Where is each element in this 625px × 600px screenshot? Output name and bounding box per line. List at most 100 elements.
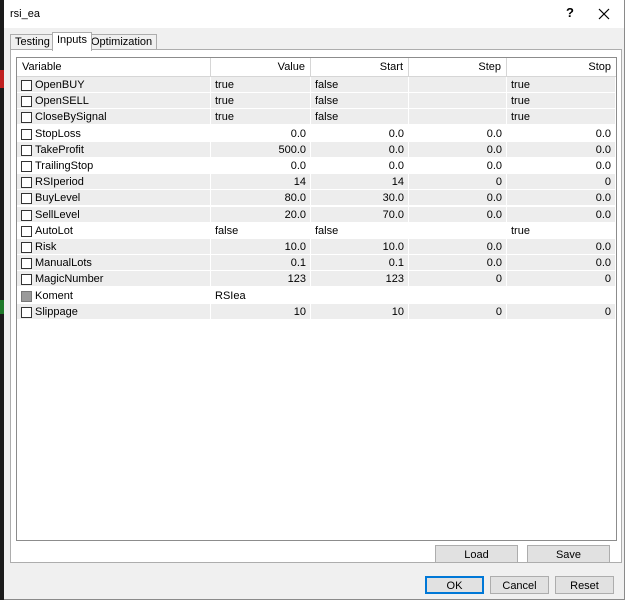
cell-step[interactable]: 0.0: [409, 190, 507, 207]
optimize-checkbox[interactable]: [21, 128, 32, 140]
table-row[interactable]: OpenBUY true false true: [17, 77, 616, 93]
table-row[interactable]: MagicNumber 123 123 0 0: [17, 271, 616, 288]
cell-stop[interactable]: 0.0: [507, 125, 616, 142]
cell-stop[interactable]: true: [507, 77, 616, 93]
optimize-checkbox[interactable]: [21, 274, 32, 286]
cell-start[interactable]: 10: [311, 303, 409, 320]
cell-step[interactable]: 0.0: [409, 125, 507, 142]
ok-button[interactable]: OK: [425, 576, 484, 594]
cell-value[interactable]: true: [211, 77, 311, 93]
cell-step[interactable]: [409, 109, 507, 126]
cell-start[interactable]: 70.0: [311, 206, 409, 223]
tab-optimization[interactable]: Optimization: [86, 34, 158, 50]
optimize-checkbox[interactable]: [21, 144, 32, 156]
table-row[interactable]: RSIperiod 14 14 0 0: [17, 174, 616, 191]
cell-step[interactable]: 0: [409, 174, 507, 191]
tab-testing[interactable]: Testing: [10, 34, 55, 50]
cell-start[interactable]: false: [311, 222, 409, 239]
tab-inputs[interactable]: Inputs: [52, 32, 92, 51]
cell-step[interactable]: 0.0: [409, 255, 507, 272]
table-row[interactable]: BuyLevel 80.0 30.0 0.0 0.0: [17, 190, 616, 207]
cell-stop[interactable]: true: [507, 222, 616, 239]
optimize-checkbox[interactable]: [21, 193, 32, 205]
cell-value[interactable]: true: [211, 109, 311, 126]
cell-value[interactable]: 0.0: [211, 125, 311, 142]
header-stop[interactable]: Stop: [507, 58, 616, 76]
save-button[interactable]: Save: [527, 545, 610, 563]
cell-step[interactable]: 0.0: [409, 206, 507, 223]
cell-step[interactable]: 0.0: [409, 158, 507, 174]
cancel-button[interactable]: Cancel: [490, 576, 549, 594]
table-row[interactable]: Risk 10.0 10.0 0.0 0.0: [17, 239, 616, 255]
table-row[interactable]: StopLoss 0.0 0.0 0.0 0.0: [17, 125, 616, 142]
table-row[interactable]: AutoLot false false true: [17, 222, 616, 239]
optimize-checkbox[interactable]: [21, 242, 32, 253]
optimize-checkbox[interactable]: [21, 290, 32, 302]
cell-stop[interactable]: 0.0: [507, 206, 616, 223]
reset-button[interactable]: Reset: [555, 576, 614, 594]
optimize-checkbox[interactable]: [21, 112, 32, 124]
cell-value[interactable]: 500.0: [211, 141, 311, 158]
optimize-checkbox[interactable]: [21, 177, 32, 189]
table-row[interactable]: Slippage 10 10 0 0: [17, 303, 616, 320]
cell-start[interactable]: 30.0: [311, 190, 409, 207]
cell-value[interactable]: 10: [211, 303, 311, 320]
cell-step[interactable]: 0: [409, 271, 507, 288]
cell-stop[interactable]: true: [507, 93, 616, 110]
cell-stop[interactable]: 0: [507, 174, 616, 191]
cell-start[interactable]: false: [311, 77, 409, 93]
cell-stop[interactable]: true: [507, 109, 616, 126]
cell-start[interactable]: 0.0: [311, 158, 409, 174]
optimize-checkbox[interactable]: [21, 96, 32, 108]
cell-value[interactable]: 10.0: [211, 239, 311, 255]
header-step[interactable]: Step: [409, 58, 507, 76]
table-row[interactable]: TrailingStop 0.0 0.0 0.0 0.0: [17, 158, 616, 174]
table-row[interactable]: SellLevel 20.0 70.0 0.0 0.0: [17, 206, 616, 223]
cell-step[interactable]: [409, 222, 507, 239]
cell-start[interactable]: false: [311, 109, 409, 126]
cell-step[interactable]: 0.0: [409, 239, 507, 255]
cell-stop[interactable]: 0.0: [507, 158, 616, 174]
table-row[interactable]: OpenSELL true false true: [17, 93, 616, 110]
header-value[interactable]: Value: [211, 58, 311, 76]
cell-step[interactable]: 0.0: [409, 141, 507, 158]
cell-stop[interactable]: 0.0: [507, 141, 616, 158]
cell-start[interactable]: false: [311, 93, 409, 110]
cell-start[interactable]: 123: [311, 271, 409, 288]
cell-start[interactable]: 14: [311, 174, 409, 191]
cell-value[interactable]: false: [211, 222, 311, 239]
cell-stop[interactable]: 0: [507, 271, 616, 288]
cell-start[interactable]: 0.1: [311, 255, 409, 272]
cell-step[interactable]: [409, 93, 507, 110]
cell-value[interactable]: 0.1: [211, 255, 311, 272]
load-button[interactable]: Load: [435, 545, 518, 563]
optimize-checkbox[interactable]: [21, 258, 32, 270]
cell-value[interactable]: 80.0: [211, 190, 311, 207]
optimize-checkbox[interactable]: [21, 161, 32, 172]
cell-start[interactable]: 10.0: [311, 239, 409, 255]
cell-value[interactable]: RSIea: [211, 287, 311, 304]
header-start[interactable]: Start: [311, 58, 409, 76]
cell-stop[interactable]: 0.0: [507, 190, 616, 207]
table-row[interactable]: TakeProfit 500.0 0.0 0.0 0.0: [17, 141, 616, 158]
cell-stop[interactable]: 0: [507, 303, 616, 320]
table-row[interactable]: Koment RSIea: [17, 287, 616, 304]
cell-value[interactable]: 14: [211, 174, 311, 191]
optimize-checkbox[interactable]: [21, 80, 32, 91]
cell-value[interactable]: 20.0: [211, 206, 311, 223]
cell-start[interactable]: 0.0: [311, 141, 409, 158]
cell-stop[interactable]: 0.0: [507, 239, 616, 255]
cell-stop[interactable]: 0.0: [507, 255, 616, 272]
help-button[interactable]: ?: [561, 4, 579, 22]
close-button[interactable]: [594, 4, 614, 24]
cell-value[interactable]: true: [211, 93, 311, 110]
header-variable[interactable]: Variable: [17, 58, 211, 76]
cell-step[interactable]: 0: [409, 303, 507, 320]
cell-start[interactable]: [311, 287, 409, 304]
optimize-checkbox[interactable]: [21, 225, 32, 237]
cell-value[interactable]: 123: [211, 271, 311, 288]
cell-stop[interactable]: [507, 287, 616, 304]
optimize-checkbox[interactable]: [21, 306, 32, 318]
cell-step[interactable]: [409, 77, 507, 93]
cell-value[interactable]: 0.0: [211, 158, 311, 174]
